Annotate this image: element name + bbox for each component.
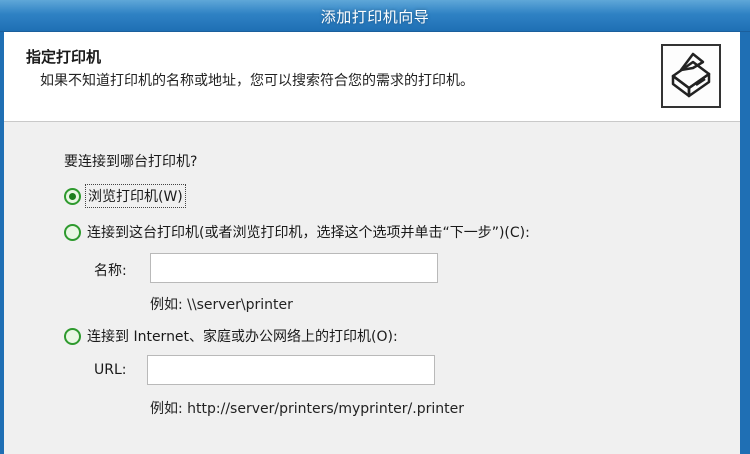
window-frame-right — [740, 32, 750, 454]
printer-name-input[interactable] — [150, 253, 438, 283]
title-bar[interactable]: 添加打印机向导 — [0, 0, 750, 32]
printer-icon — [661, 44, 721, 108]
url-label: URL: — [94, 362, 127, 378]
printer-name-example: 例如: \\server\printer — [150, 297, 293, 313]
printer-name-label: 名称: — [94, 263, 127, 279]
connect-internet-printer-label[interactable]: 连接到 Internet、家庭或办公网络上的打印机(O): — [87, 326, 398, 346]
url-input[interactable] — [147, 355, 435, 385]
connect-question: 要连接到哪台打印机? — [64, 154, 198, 170]
page-title: 指定打印机 — [26, 48, 102, 66]
page-subtitle: 如果不知道打印机的名称或地址，您可以搜索符合您的需求的打印机。 — [40, 73, 474, 89]
connect-internet-printer-option[interactable]: 连接到 Internet、家庭或办公网络上的打印机(O): — [64, 326, 398, 346]
connect-this-printer-label[interactable]: 连接到这台打印机(或者浏览打印机，选择这个选项并单击“下一步”)(C): — [87, 222, 530, 242]
browse-printer-label[interactable]: 浏览打印机(W) — [85, 184, 186, 208]
connect-this-printer-radio[interactable] — [64, 223, 81, 241]
browse-printer-radio[interactable] — [64, 187, 81, 205]
wizard-header: 指定打印机 如果不知道打印机的名称或地址，您可以搜索符合您的需求的打印机。 — [4, 32, 740, 122]
browse-printer-option[interactable]: 浏览打印机(W) — [64, 184, 186, 208]
connect-this-printer-option[interactable]: 连接到这台打印机(或者浏览打印机，选择这个选项并单击“下一步”)(C): — [64, 222, 530, 242]
url-example: 例如: http://server/printers/myprinter/.pr… — [150, 401, 464, 417]
add-printer-wizard-window: 添加打印机向导 指定打印机 如果不知道打印机的名称或地址，您可以搜索符合您的需求… — [0, 0, 750, 454]
connect-internet-printer-radio[interactable] — [64, 327, 81, 345]
window-title: 添加打印机向导 — [320, 8, 430, 26]
wizard-body: 要连接到哪台打印机? 浏览打印机(W) 连接到这台打印机(或者浏览打印机，选择这… — [4, 123, 740, 454]
